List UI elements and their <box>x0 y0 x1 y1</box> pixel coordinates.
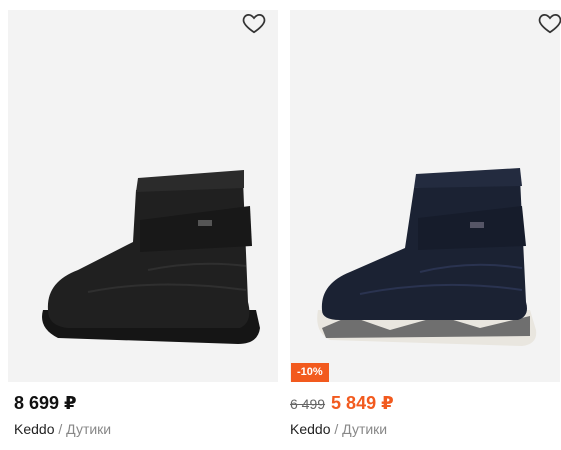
current-price: 5 849 ₽ <box>331 393 394 413</box>
product-meta[interactable]: Keddo / Дутики <box>290 421 387 437</box>
separator: / <box>330 421 343 437</box>
product-image[interactable] <box>8 10 278 382</box>
product-card[interactable]: -10% 6 499 5 849 ₽ Keddo / Дутики <box>286 0 561 450</box>
discount-badge: -10% <box>291 363 329 382</box>
black-boot-image <box>8 10 278 382</box>
product-card[interactable]: 8 699 ₽ Keddo / Дутики <box>0 0 278 450</box>
product-image[interactable] <box>290 10 560 382</box>
product-meta[interactable]: Keddo / Дутики <box>14 421 111 437</box>
price-row: 6 499 5 849 ₽ <box>290 393 394 415</box>
category-name[interactable]: Дутики <box>66 421 111 437</box>
favorite-heart-icon[interactable] <box>241 10 267 36</box>
category-name[interactable]: Дутики <box>342 421 387 437</box>
brand-name[interactable]: Keddo <box>290 421 330 437</box>
separator: / <box>54 421 67 437</box>
navy-boot-image <box>290 10 560 382</box>
old-price: 6 499 <box>290 396 326 412</box>
brand-name[interactable]: Keddo <box>14 421 54 437</box>
price-row: 8 699 ₽ <box>14 393 77 415</box>
favorite-heart-icon[interactable] <box>537 10 561 36</box>
current-price: 8 699 ₽ <box>14 393 77 413</box>
